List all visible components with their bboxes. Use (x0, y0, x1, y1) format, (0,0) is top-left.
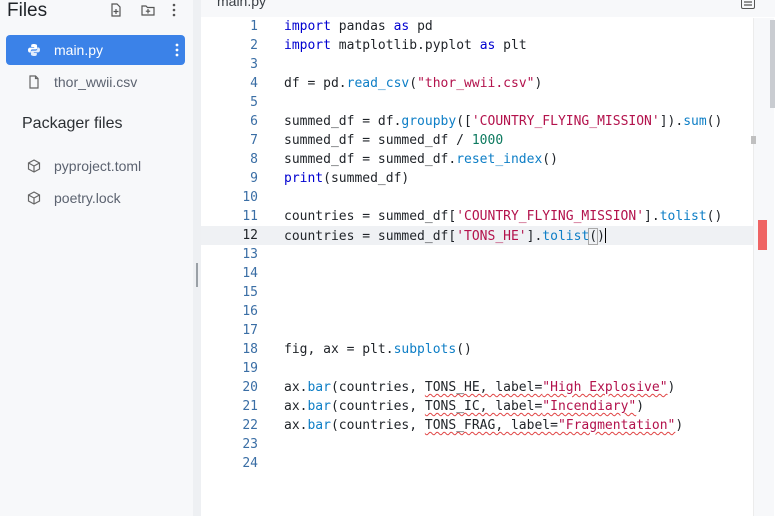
code-line[interactable]: 9 print(summed_df) (201, 169, 761, 188)
code-line[interactable]: 4 df = pd.read_csv("thor_wwii.csv") (201, 74, 761, 93)
line-number: 22 (242, 418, 258, 433)
code-line[interactable]: 16 (201, 302, 761, 321)
pane-divider[interactable] (193, 0, 201, 516)
code-line[interactable]: 20 ax.bar(countries, TONS_HE, label="High… (201, 378, 761, 397)
code-line[interactable]: 1 import pandas as pd (201, 17, 761, 36)
code-line[interactable]: 8 summed_df = summed_df.reset_index() (201, 150, 761, 169)
panel-toggle-icon[interactable] (741, 0, 755, 9)
line-code: countries = summed_df['COUNTRY_FLYING_MI… (284, 209, 723, 224)
new-file-icon[interactable] (109, 3, 123, 17)
file-name: poetry.lock (54, 190, 121, 206)
tab-main-py[interactable]: main.py (217, 0, 266, 9)
code-line[interactable]: 3 (201, 55, 761, 74)
line-code: summed_df = summed_df.reset_index() (284, 152, 558, 167)
scrollbar-thumb[interactable] (770, 20, 775, 108)
line-number: 9 (250, 171, 258, 186)
file-item-main-py[interactable]: main.py (6, 35, 185, 65)
line-number: 3 (250, 57, 258, 72)
line-number: 4 (250, 76, 258, 91)
line-number: 17 (242, 323, 258, 338)
code-line[interactable]: 10 (201, 188, 761, 207)
line-code: df = pd.read_csv("thor_wwii.csv") (284, 76, 543, 91)
code-line[interactable]: 14 (201, 264, 761, 283)
line-number: 16 (242, 304, 258, 319)
packager-files-heading: Packager files (22, 115, 123, 132)
code-line[interactable]: 13 (201, 245, 761, 264)
line-number: 18 (242, 342, 258, 357)
code-area[interactable]: 1 import pandas as pd 2 import matplotlib.p… (201, 17, 771, 516)
file-item-poetry-lock[interactable]: poetry.lock (6, 183, 185, 213)
line-number: 8 (250, 152, 258, 167)
file-icon (29, 75, 39, 89)
line-number: 6 (250, 114, 258, 129)
line-number: 10 (242, 190, 258, 205)
files-title: Files (7, 0, 48, 21)
code-line[interactable]: 18 fig, ax = plt.subplots() (201, 340, 761, 359)
package-icon (27, 159, 41, 173)
file-options-icon[interactable] (175, 42, 179, 58)
line-code: summed_df = df.groupby(['COUNTRY_FLYING_… (284, 114, 723, 129)
line-number: 1 (250, 19, 258, 34)
line-number: 14 (242, 266, 258, 281)
line-number: 23 (242, 437, 258, 452)
code-line[interactable]: 5 (201, 93, 761, 112)
line-code: import matplotlib.pyplot as plt (284, 38, 527, 53)
line-code: ax.bar(countries, TONS_HE, label="High E… (284, 380, 676, 395)
line-code: import pandas as pd (284, 19, 433, 34)
files-header: Files (0, 0, 193, 26)
file-name: thor_wwii.csv (54, 74, 138, 90)
line-number: 13 (242, 247, 258, 262)
line-code: print(summed_df) (284, 171, 410, 186)
line-code: summed_df = summed_df / 1000 (284, 133, 504, 148)
file-explorer: Files main.py thor_wwii.csv Packager fil… (0, 0, 193, 516)
code-line[interactable]: 7 summed_df = summed_df / 1000 (201, 131, 761, 150)
code-line[interactable]: 23 (201, 435, 761, 454)
code-line[interactable]: 19 (201, 359, 761, 378)
file-item-thor-wwii-csv[interactable]: thor_wwii.csv (6, 67, 185, 97)
line-number: 2 (250, 38, 258, 53)
code-line[interactable]: 21 ax.bar(countries, TONS_IC, label="Ince… (201, 397, 761, 416)
error-marker (758, 220, 767, 250)
package-icon (27, 191, 41, 205)
line-code: ax.bar(countries, TONS_IC, label="Incend… (284, 399, 645, 414)
line-number: 15 (242, 285, 258, 300)
code-line[interactable]: 6 summed_df = df.groupby(['COUNTRY_FLYING… (201, 112, 761, 131)
new-folder-icon[interactable] (141, 3, 155, 17)
line-number: 19 (242, 361, 258, 376)
resize-handle[interactable] (196, 263, 198, 287)
line-number: 7 (250, 133, 258, 148)
more-options-icon[interactable] (171, 3, 177, 17)
code-line[interactable]: 12 countries = summed_df['TONS_HE'].tolis… (201, 226, 761, 245)
line-code: fig, ax = plt.subplots() (284, 342, 472, 357)
file-item-pyproject-toml[interactable]: pyproject.toml (6, 151, 185, 181)
line-number: 20 (242, 380, 258, 395)
code-line[interactable]: 2 import matplotlib.pyplot as plt (201, 36, 761, 55)
overview-ruler-marker (751, 136, 756, 144)
editor-tab-strip: main.py (201, 0, 775, 17)
file-name: main.py (54, 42, 104, 58)
code-line[interactable]: 11 countries = summed_df['COUNTRY_FLYING_… (201, 207, 761, 226)
file-name: pyproject.toml (54, 158, 142, 174)
line-code: countries = summed_df['TONS_HE'].tolist(… (284, 228, 606, 245)
line-number: 11 (242, 209, 258, 224)
code-editor[interactable]: main.py 1 import pandas as pd 2 import matp… (201, 0, 775, 516)
line-number: 24 (242, 456, 258, 471)
line-code: ax.bar(countries, TONS_FRAG, label="Frag… (284, 418, 684, 433)
python-file-icon (28, 44, 40, 56)
code-line[interactable]: 15 (201, 283, 761, 302)
line-number: 5 (250, 95, 258, 110)
code-line[interactable]: 17 (201, 321, 761, 340)
line-number: 12 (242, 228, 258, 243)
line-number: 21 (242, 399, 258, 414)
code-line[interactable]: 22 ax.bar(countries, TONS_FRAG, label="Fr… (201, 416, 761, 435)
code-line[interactable]: 24 (201, 454, 761, 473)
